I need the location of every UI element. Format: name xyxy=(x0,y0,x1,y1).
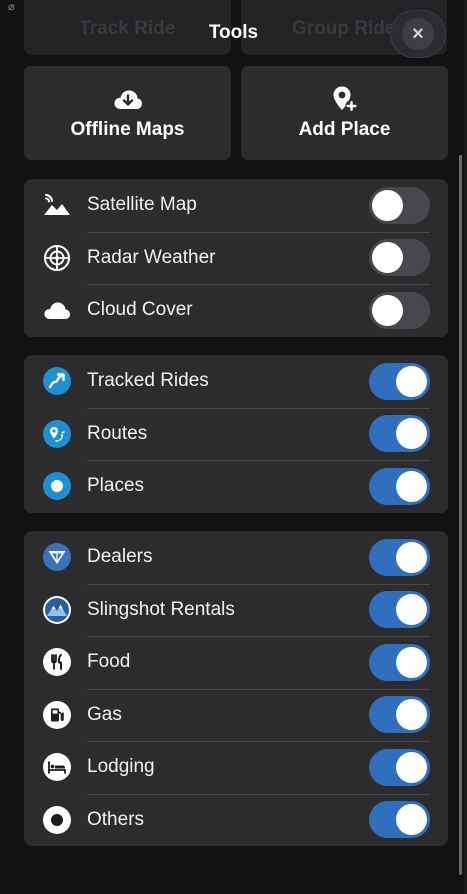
mountain-rental-icon xyxy=(42,595,72,625)
tracked-rides-toggle[interactable] xyxy=(369,362,430,400)
list-item-cloud-cover[interactable]: Cloud Cover xyxy=(24,284,448,337)
tracked-rides-label: Tracked Rides xyxy=(87,370,209,392)
slingshot-rentals-toggle[interactable] xyxy=(369,591,430,629)
routes-toggle[interactable] xyxy=(369,415,430,453)
map-layers-group: Satellite Map Radar Weather Cloud Cover xyxy=(24,179,448,337)
add-place-pin-icon xyxy=(332,85,358,115)
radar-icon xyxy=(42,243,72,273)
ride-data-group: Tracked Rides Routes Places xyxy=(24,355,448,513)
lodging-label: Lodging xyxy=(87,756,155,778)
list-item-gas[interactable]: Gas xyxy=(24,688,448,742)
list-item-satellite-map[interactable]: Satellite Map xyxy=(24,179,448,232)
list-item-lodging[interactable]: Lodging xyxy=(24,741,448,794)
dealers-toggle[interactable] xyxy=(369,538,430,576)
offline-maps-button[interactable]: Offline Maps xyxy=(24,66,231,160)
list-item-dealers[interactable]: Dealers xyxy=(24,531,448,584)
tool-actions: Offline Maps Add Place xyxy=(24,66,448,160)
list-item-slingshot-rentals[interactable]: Slingshot Rentals xyxy=(24,583,448,637)
radar-weather-label: Radar Weather xyxy=(87,246,216,268)
routes-label: Routes xyxy=(87,422,148,444)
add-place-button[interactable]: Add Place xyxy=(241,66,448,160)
tracked-rides-icon xyxy=(42,366,72,396)
gas-label: Gas xyxy=(87,703,122,725)
dealer-logo-icon xyxy=(42,542,72,572)
cloud-cover-label: Cloud Cover xyxy=(87,299,193,321)
satellite-map-label: Satellite Map xyxy=(87,194,197,216)
scrollbar[interactable] xyxy=(459,155,462,875)
places-label: Places xyxy=(87,475,145,497)
close-button[interactable]: × xyxy=(390,10,446,58)
dealers-label: Dealers xyxy=(87,546,153,568)
routes-pin-icon xyxy=(42,419,72,449)
corner-indicator-icon: ⌀ xyxy=(8,1,15,13)
add-place-label: Add Place xyxy=(298,119,391,140)
bed-icon xyxy=(42,752,72,782)
radar-weather-toggle[interactable] xyxy=(369,239,430,277)
list-item-others[interactable]: Others xyxy=(24,793,448,847)
gas-toggle[interactable] xyxy=(369,696,430,734)
list-item-routes[interactable]: Routes xyxy=(24,407,448,461)
slingshot-rentals-label: Slingshot Rentals xyxy=(87,598,235,620)
food-toggle[interactable] xyxy=(369,643,430,681)
satellite-map-toggle[interactable] xyxy=(369,186,430,224)
list-item-radar-weather[interactable]: Radar Weather xyxy=(24,231,448,285)
list-item-food[interactable]: Food xyxy=(24,636,448,689)
satellite-map-icon xyxy=(42,190,72,220)
food-label: Food xyxy=(87,651,131,673)
places-dot-icon xyxy=(42,471,72,501)
cloud-icon xyxy=(42,295,72,325)
fork-knife-icon xyxy=(42,647,72,677)
others-label: Others xyxy=(87,808,145,830)
list-item-places[interactable]: Places xyxy=(24,460,448,513)
dot-circle-icon xyxy=(42,805,72,835)
others-toggle[interactable] xyxy=(369,801,430,839)
list-item-tracked-rides[interactable]: Tracked Rides xyxy=(24,355,448,408)
close-icon: × xyxy=(402,18,434,50)
lodging-toggle[interactable] xyxy=(369,748,430,786)
offline-maps-label: Offline Maps xyxy=(70,119,185,140)
points-of-interest-group: Dealers Slingshot Rentals Food Gas Lodgi… xyxy=(24,531,448,846)
places-toggle[interactable] xyxy=(369,467,430,505)
cloud-cover-toggle[interactable] xyxy=(369,291,430,329)
gas-pump-icon xyxy=(42,700,72,730)
cloud-download-icon xyxy=(113,85,143,115)
